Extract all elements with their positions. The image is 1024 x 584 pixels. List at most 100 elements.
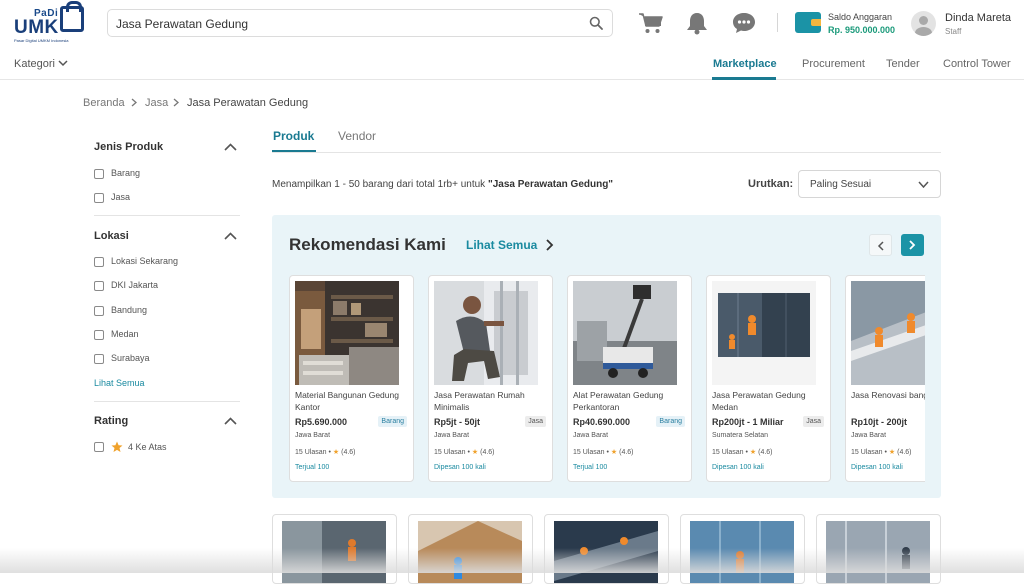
- product-image: [434, 281, 538, 385]
- nav-divider: [0, 79, 1024, 80]
- product-price: Rp5jt - 50jt: [434, 417, 481, 427]
- product-reviews: 15 Ulasan • ★ (4.6): [851, 448, 912, 456]
- tab-control-tower[interactable]: Control Tower: [943, 58, 1011, 70]
- filter-rating-title[interactable]: Rating: [94, 415, 128, 427]
- checkbox[interactable]: [94, 306, 104, 316]
- checkbox-label: Bandung: [111, 305, 148, 315]
- sort-value: Paling Sesuai: [810, 179, 872, 190]
- user-name[interactable]: Dinda Mareta: [945, 12, 1011, 24]
- tab-marketplace[interactable]: Marketplace: [713, 58, 777, 70]
- checkbox[interactable]: [94, 257, 104, 267]
- bell-icon[interactable]: [684, 11, 710, 35]
- product-card[interactable]: Material Bangunan Gedung Kantor Rp5.690.…: [289, 275, 414, 482]
- search-bar: [107, 9, 613, 37]
- review-count: 15 Ulasan •: [295, 449, 331, 456]
- checkbox-label: Surabaya: [111, 353, 150, 363]
- chat-icon[interactable]: [731, 11, 757, 35]
- checkbox[interactable]: [94, 281, 104, 291]
- chevron-down-icon: [918, 181, 929, 188]
- product-reviews: 15 Ulasan • ★ (4.6): [295, 448, 356, 456]
- carousel-prev-button[interactable]: [869, 234, 892, 256]
- product-name: Jasa Perawatan Rumah Minimalis: [434, 390, 525, 412]
- chevron-up-icon[interactable]: [224, 232, 237, 240]
- checkbox[interactable]: [94, 442, 104, 452]
- recommendation-see-all-link[interactable]: Lihat Semua: [466, 238, 537, 252]
- checkbox-label: Lokasi Sekarang: [111, 256, 179, 266]
- product-sold: Dipesan 100 kali: [712, 464, 764, 471]
- avatar[interactable]: [911, 11, 936, 36]
- lokasi-see-all-link[interactable]: Lihat Semua: [94, 378, 145, 388]
- recommendation-carousel: Material Bangunan Gedung Kantor Rp5.690.…: [289, 275, 925, 483]
- tab-tender[interactable]: Tender: [886, 58, 920, 70]
- bottom-fade: [0, 548, 1024, 573]
- search-icon[interactable]: [589, 16, 603, 30]
- product-sold: Terjual 100: [573, 464, 608, 471]
- tab-produk[interactable]: Produk: [273, 129, 314, 143]
- filter-divider: [94, 401, 240, 402]
- filter-lokasi-title[interactable]: Lokasi: [94, 230, 129, 242]
- cart-icon[interactable]: [638, 11, 664, 35]
- product-sold: Terjual 100: [295, 464, 330, 471]
- chevron-right-icon[interactable]: [545, 239, 554, 251]
- product-sold: Dipesan 100 kali: [851, 464, 903, 471]
- active-tab-indicator: [272, 150, 316, 152]
- product-card[interactable]: Jasa Perawatan Gedung Medan Rp200jt - 1 …: [706, 275, 831, 482]
- checkbox-label: DKI Jakarta: [111, 280, 159, 290]
- carousel-next-button[interactable]: [901, 234, 924, 256]
- checkbox[interactable]: [94, 354, 104, 364]
- chevron-up-icon[interactable]: [224, 143, 237, 151]
- filter-divider: [94, 215, 240, 216]
- checkbox[interactable]: [94, 330, 104, 340]
- product-price: Rp5.690.000: [295, 417, 348, 427]
- product-reviews: 15 Ulasan • ★ (4.6): [573, 448, 634, 456]
- product-image: [295, 281, 399, 385]
- filter-jenis-produk-title[interactable]: Jenis Produk: [94, 141, 163, 153]
- recommendation-panel: Rekomendasi Kami Lihat Semua Material Ba…: [272, 215, 941, 498]
- rating-label: 4 Ke Atas: [128, 442, 167, 452]
- padi-umkm-logo[interactable]: PaDi UMK Pasar Digital UMKM Indonesia: [14, 1, 88, 44]
- review-count: 15 Ulasan •: [851, 449, 887, 456]
- breadcrumb-beranda[interactable]: Beranda: [83, 97, 125, 109]
- chevron-left-icon: [877, 241, 884, 251]
- tab-vendor[interactable]: Vendor: [338, 129, 376, 143]
- star-icon: ★: [749, 449, 757, 456]
- chevron-down-icon[interactable]: [58, 58, 68, 68]
- product-image: [851, 281, 925, 385]
- shopping-bag-icon: [60, 1, 84, 32]
- tab-procurement[interactable]: Procurement: [802, 58, 865, 70]
- checkbox[interactable]: [94, 169, 104, 179]
- product-card[interactable]: Alat Perawatan Gedung Perkantoran Rp40.6…: [567, 275, 692, 482]
- product-card[interactable]: Jasa Perawatan Rumah Minimalis Rp5jt - 5…: [428, 275, 553, 482]
- product-location: Jawa Barat: [434, 432, 470, 439]
- product-card[interactable]: Jasa Renovasi bangunan Rp10jt - 200jt Ja…: [845, 275, 925, 482]
- checkbox-label: Barang: [111, 168, 141, 178]
- product-type-badge: Barang: [378, 416, 407, 427]
- star-icon: ★: [888, 449, 896, 456]
- product-price: Rp40.690.000: [573, 417, 631, 427]
- logo-tagline: Pasar Digital UMKM Indonesia: [14, 38, 69, 43]
- header-divider: [777, 13, 778, 32]
- sort-dropdown[interactable]: Paling Sesuai: [798, 170, 941, 198]
- star-icon: [111, 441, 123, 452]
- results-query: "Jasa Perawatan Gedung": [487, 179, 614, 190]
- sort-label: Urutkan:: [748, 178, 794, 190]
- star-icon: ★: [332, 449, 340, 456]
- chevron-right-icon: [909, 240, 916, 250]
- kategori-dropdown[interactable]: Kategori: [14, 58, 55, 70]
- star-icon: ★: [610, 449, 618, 456]
- wallet-icon: [795, 12, 821, 33]
- review-count: 15 Ulasan •: [573, 449, 609, 456]
- search-input[interactable]: [116, 14, 576, 34]
- saldo-value: Rp. 950.000.000: [828, 25, 896, 35]
- product-price: Rp10jt - 200jt: [851, 417, 908, 427]
- product-name: Jasa Perawatan Gedung Medan: [712, 390, 806, 412]
- checkbox-label: Medan: [111, 329, 139, 339]
- breadcrumb-jasa[interactable]: Jasa: [145, 97, 168, 109]
- product-name: Jasa Renovasi bangunan: [851, 390, 925, 400]
- rating-value: (4.6): [897, 449, 912, 456]
- checkbox[interactable]: [94, 193, 104, 203]
- chevron-up-icon[interactable]: [224, 417, 237, 425]
- product-reviews: 15 Ulasan • ★ (4.6): [434, 448, 495, 456]
- breadcrumb-current: Jasa Perawatan Gedung: [187, 97, 309, 109]
- saldo-label: Saldo Anggaran: [828, 12, 893, 22]
